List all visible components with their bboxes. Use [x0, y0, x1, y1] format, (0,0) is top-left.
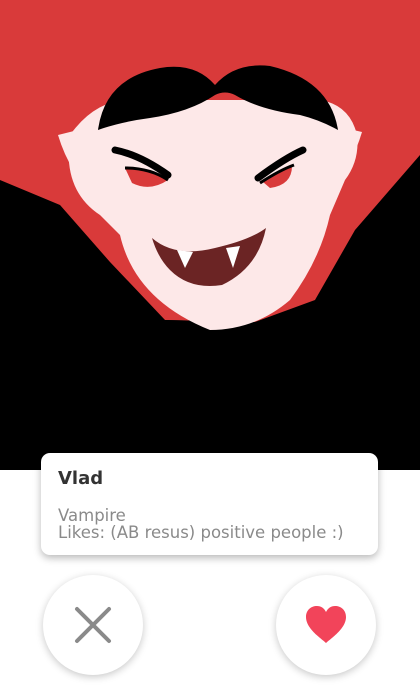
profile-description: Vampire Likes: (AB resus) positive peopl…: [58, 507, 361, 541]
close-icon: [75, 607, 111, 643]
vampire-illustration: [0, 0, 420, 470]
profile-card: Vlad Vampire Likes: (AB resus) positive …: [41, 453, 378, 555]
profile-screen: Vlad Vampire Likes: (AB resus) positive …: [0, 0, 420, 700]
profile-photo: [0, 0, 420, 470]
profile-name: Vlad: [58, 468, 104, 489]
dislike-button[interactable]: [43, 575, 143, 675]
profile-occupation: Vampire: [58, 506, 126, 525]
profile-likes: Likes: (AB resus) positive people :): [58, 523, 344, 542]
heart-icon: [306, 606, 346, 643]
like-button[interactable]: [276, 575, 376, 675]
